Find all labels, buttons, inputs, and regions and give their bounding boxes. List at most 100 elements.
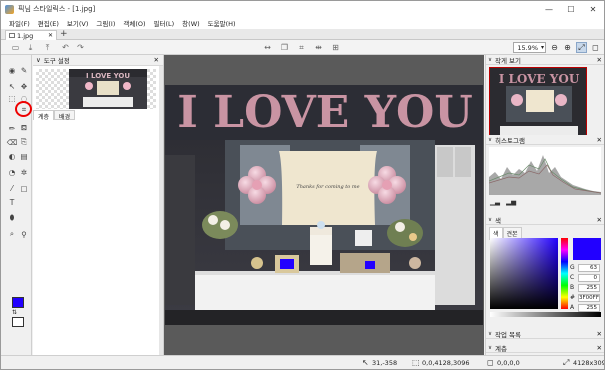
background-color[interactable] — [12, 317, 24, 327]
move-tool-icon[interactable]: ✥ — [19, 81, 29, 91]
blur-tool-icon[interactable]: ◔ — [7, 167, 17, 177]
shape-tool-icon[interactable]: ▢ — [19, 183, 29, 193]
chevron-down-icon[interactable]: ∨ — [36, 56, 41, 64]
zoom-tool-icon[interactable]: ⌕ — [7, 229, 17, 239]
menu-bar: 파일(F) 편집(E) 보기(V) 그림(I) 객체(O) 필터(L) 창(W)… — [1, 17, 604, 29]
tab-layers[interactable]: 계층 — [33, 110, 55, 121]
close-icon[interactable]: ✕ — [597, 56, 602, 64]
menu-file[interactable]: 파일(F) — [5, 18, 34, 28]
menu-edit[interactable]: 편집(E) — [34, 18, 63, 28]
chevron-down-icon: ∨ — [488, 56, 493, 63]
color-row-hex: # 3F00FF — [570, 293, 604, 302]
layers-header[interactable]: ∨ 계층 ✕ — [486, 343, 604, 353]
close-icon[interactable]: ✕ — [597, 216, 602, 224]
minimize-button[interactable]: — — [538, 1, 560, 17]
tab-background[interactable]: 배경 — [54, 110, 76, 121]
line-tool-icon[interactable]: ⁄ — [7, 183, 17, 193]
upload-icon[interactable]: ⤒ — [43, 43, 52, 52]
menu-view[interactable]: 보기(V) — [63, 18, 92, 28]
menu-object[interactable]: 객체(O) — [119, 18, 149, 28]
color-row-b: B 255 — [570, 283, 604, 292]
color-picker-field[interactable] — [490, 238, 558, 309]
tool-settings-header: ∨ 도구 설정 ✕ — [33, 55, 163, 66]
close-button[interactable]: ✕ — [582, 1, 604, 17]
menu-image[interactable]: 그림(I) — [92, 18, 119, 28]
crop-icon[interactable]: ⌗ — [297, 43, 306, 52]
swap-colors-icon[interactable]: ⇅ — [12, 309, 17, 316]
panel-scrollbar[interactable] — [159, 66, 163, 355]
fit-window-icon[interactable]: ⤢ — [576, 42, 587, 53]
resize-icon[interactable]: ⇹ — [314, 43, 323, 52]
foreground-color[interactable] — [12, 297, 24, 308]
gradient-tool-icon[interactable]: ▤ — [19, 151, 29, 161]
download-icon[interactable]: ⤓ — [26, 43, 35, 52]
new-file-icon[interactable]: ▭ — [11, 43, 20, 52]
close-icon[interactable]: ✕ — [597, 136, 602, 144]
layer-thumbnail[interactable]: I LOVE YOU — [69, 69, 147, 109]
navigator-preview[interactable]: I LOVE YOU — [489, 67, 587, 142]
eyedropper-tool-icon[interactable]: ⚲ — [19, 229, 29, 239]
dodge-tool-icon[interactable]: ◐ — [7, 151, 17, 161]
document-tab[interactable]: 1.jpg ✕ — [5, 30, 57, 40]
close-icon[interactable]: ✕ — [597, 330, 602, 338]
histogram-header[interactable]: ∨ 히스토그램 ✕ — [486, 135, 604, 145]
close-icon[interactable]: ✕ — [154, 56, 159, 64]
app-icon — [5, 4, 14, 14]
stamp-tool-icon[interactable]: ⎘ — [19, 137, 29, 147]
cursor-position: 31,-358 — [372, 359, 398, 367]
close-icon[interactable]: ✕ — [597, 344, 602, 352]
color-row-label: A — [570, 304, 575, 311]
bucket-tool-icon[interactable]: ⛾ — [19, 123, 29, 133]
sharpen-tool-icon[interactable]: ✲ — [19, 167, 29, 177]
zoom-select[interactable]: 15.9% ▾ — [513, 42, 546, 53]
color-row-g: G 63 — [570, 263, 604, 272]
linear-mode-icon[interactable]: ▁▃ — [490, 198, 500, 206]
patch-tool-icon[interactable]: ⬮ — [7, 213, 17, 223]
color-row-label: G — [570, 264, 575, 271]
close-tab-icon[interactable]: ✕ — [48, 32, 53, 39]
maximize-button[interactable]: ☐ — [560, 1, 582, 17]
redo-icon[interactable]: ↷ — [76, 43, 85, 52]
menu-filter[interactable]: 필터(L) — [150, 18, 179, 28]
menu-help[interactable]: 도움말(H) — [204, 18, 240, 28]
canvas-image[interactable]: I LOVE YOU Thanks for coming to me — [165, 85, 483, 325]
work-list-header[interactable]: ∨ 작업 목록 ✕ — [486, 329, 604, 339]
transform-icon[interactable]: ⊞ — [331, 43, 340, 52]
actual-size-icon[interactable]: ◻ — [590, 42, 601, 53]
hue-slider[interactable] — [561, 238, 568, 309]
cursor-icon: ↖ — [362, 358, 369, 367]
image-icon — [9, 33, 15, 38]
flip-horizontal-icon[interactable]: ↔ — [263, 43, 272, 52]
add-tab-button[interactable]: + — [60, 29, 68, 39]
eraser-tool-icon[interactable]: ⌫ — [7, 137, 18, 147]
document-tab-strip: 1.jpg ✕ + — [1, 29, 604, 40]
color-header[interactable]: ∨ 색 ✕ — [486, 215, 604, 225]
status-bar: ↖ 31,-358 ⬚ 0,0,4128,3096 ◻ 0,0,0,0 ⤢ 41… — [1, 355, 604, 369]
brush-tool-icon[interactable]: ✏ — [7, 123, 17, 133]
color-value-field[interactable]: 63 — [578, 263, 600, 272]
navigator-header[interactable]: ∨ 작게 보기 ✕ — [486, 55, 604, 65]
color-value-field[interactable]: 0 — [578, 273, 600, 282]
chevron-down-icon: ∨ — [488, 216, 493, 223]
copy-icon[interactable]: ❐ — [280, 43, 289, 52]
text-tool-icon[interactable]: T — [7, 197, 17, 207]
eye-tool-icon[interactable]: ◉ — [7, 65, 17, 75]
log-mode-icon[interactable]: ▂▅ — [506, 198, 516, 206]
color-value-field[interactable]: 3F00FF — [578, 293, 600, 302]
alpha-slider[interactable] — [490, 312, 601, 317]
zoom-in-icon[interactable]: ⊕ — [562, 42, 573, 53]
pointer-tool-icon[interactable]: ↖ — [7, 81, 17, 91]
menu-window[interactable]: 창(W) — [178, 18, 203, 28]
chevron-right-icon: ∨ — [488, 330, 493, 337]
paint-tool-icon[interactable]: ✎ — [19, 65, 29, 75]
undo-icon[interactable]: ↶ — [61, 43, 70, 52]
thumbnail-banner: I LOVE YOU — [86, 72, 130, 80]
canvas-area[interactable]: I LOVE YOU Thanks for coming to me — [164, 55, 484, 355]
pixel-value: 0,0,0,0 — [497, 359, 520, 367]
color-value-field[interactable]: 255 — [578, 283, 600, 292]
tool-settings-title: 도구 설정 — [43, 57, 70, 65]
rect-select-icon[interactable]: ⬚ — [7, 93, 17, 103]
zoom-out-icon[interactable]: ⊖ — [549, 42, 560, 53]
highlight-circle — [15, 101, 32, 117]
color-value-field[interactable]: 255 — [578, 303, 600, 312]
